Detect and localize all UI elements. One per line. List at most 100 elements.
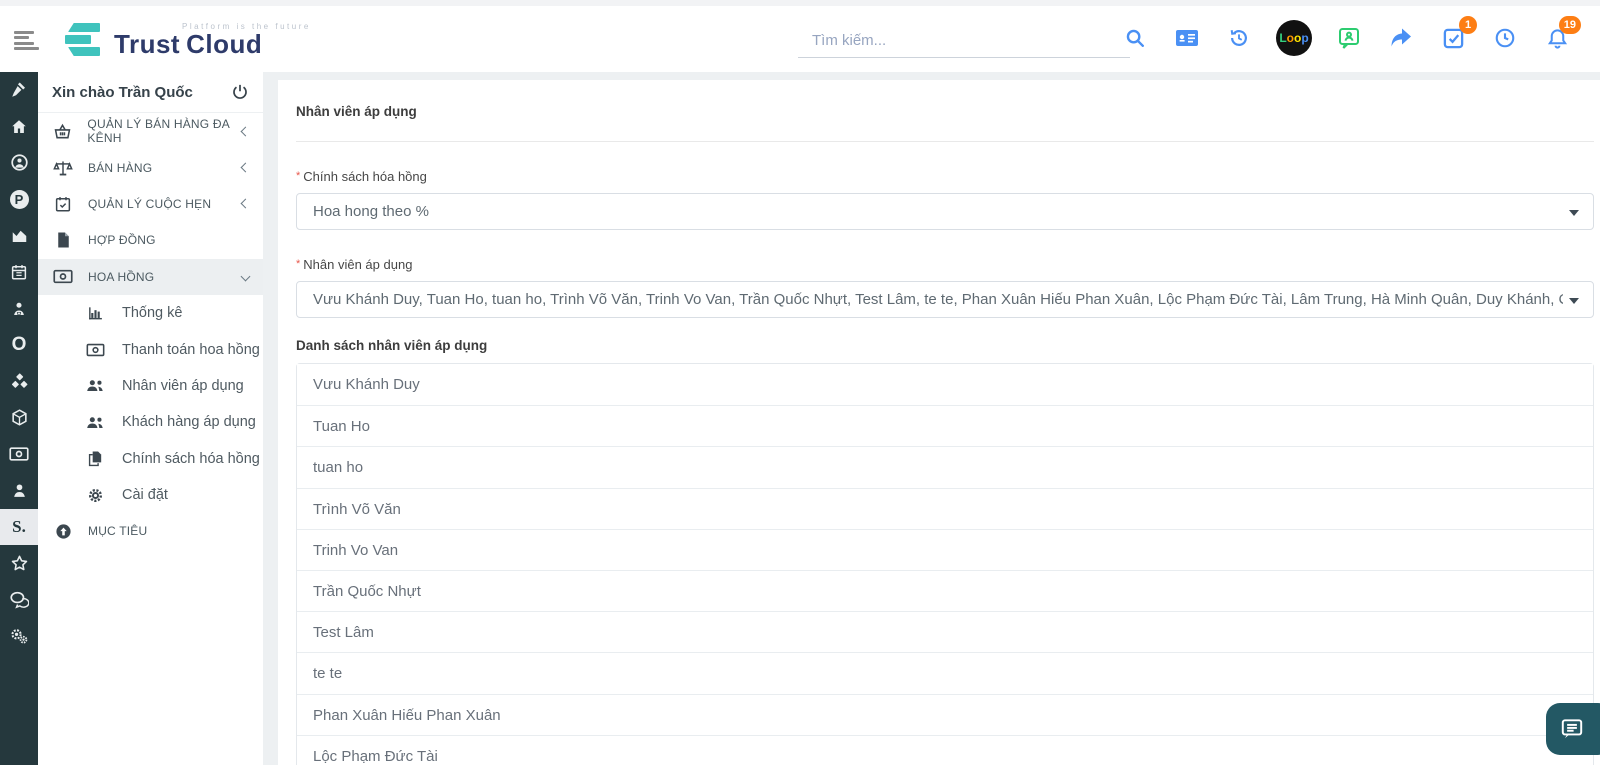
sidebar-subitem-chinh-sach-hoa-hong[interactable]: Chính sách hóa hồng — [38, 441, 263, 477]
sidebar-item-label: HOA HỒNG — [88, 270, 154, 284]
chevron-down-icon — [241, 271, 251, 281]
clock-icon[interactable] — [1490, 23, 1520, 53]
title-divider — [296, 141, 1594, 142]
sidebar-item-hop-dong[interactable]: HỢP ĐỒNG — [38, 222, 263, 258]
rail-cogs-icon[interactable] — [0, 618, 38, 654]
id-card-icon[interactable] — [1172, 23, 1202, 53]
scale-icon — [50, 159, 76, 177]
sidebar-item-label: HỢP ĐỒNG — [88, 233, 156, 247]
sidebar-item-muc-tieu[interactable]: MỤC TIÊU — [38, 513, 263, 549]
employee-list-item: te te — [297, 652, 1593, 693]
rail-money-bill-icon[interactable] — [0, 436, 38, 472]
rail-user-icon[interactable] — [0, 472, 38, 508]
hamburger-menu-icon[interactable] — [14, 29, 42, 51]
employee-list-item: Trinh Vo Van — [297, 529, 1593, 570]
sidebar-subitem-thanh-toan-hoa-hong[interactable]: Thanh toán hoa hồng — [38, 331, 263, 367]
app-header: Platform is the future TrustCloud Loop 1 — [0, 6, 1600, 72]
sidebar-subitem-thong-ke[interactable]: Thống kê — [38, 295, 263, 331]
brand-logo[interactable]: Platform is the future TrustCloud — [62, 16, 262, 64]
required-asterisk: * — [296, 258, 300, 270]
sidebar-subitem-label: Cài đặt — [122, 487, 168, 503]
brand-word-2: Cloud — [186, 29, 262, 59]
circle-up-icon — [50, 523, 76, 540]
employee-list: Vưu Khánh Duy Tuan Ho tuan ho Trình Võ V… — [296, 363, 1594, 765]
rail-s-module-active[interactable]: S. — [0, 509, 38, 545]
notifications-badge: 19 — [1559, 16, 1581, 34]
required-asterisk: * — [296, 170, 300, 182]
employee-list-item: Phan Xuân Hiếu Phan Xuân — [297, 694, 1593, 735]
tasks-badge: 1 — [1459, 16, 1477, 34]
caret-down-icon — [1569, 298, 1579, 304]
brand-mark-icon — [62, 20, 104, 60]
notifications-bell-icon[interactable]: 19 — [1542, 23, 1572, 53]
employee-list-item: Test Lâm — [297, 611, 1593, 652]
sidebar-item-label: MỤC TIÊU — [88, 524, 147, 538]
calendar-check-icon — [50, 195, 76, 213]
share-icon[interactable] — [1386, 23, 1416, 53]
sidebar-subitem-khach-hang-ap-dung[interactable]: Khách hàng áp dụng — [38, 404, 263, 440]
chat-widget-button[interactable] — [1546, 703, 1600, 755]
rail-p-module[interactable]: P — [0, 181, 38, 217]
employee-list-item: Tuan Ho — [297, 405, 1593, 446]
employees-field-label: *Nhân viên áp dụng — [296, 257, 1594, 272]
employee-list-item: tuan ho — [297, 446, 1593, 487]
policy-field-label: *Chính sách hóa hồng — [296, 169, 1594, 184]
sidebar-subitem-label: Chính sách hóa hồng — [122, 451, 260, 467]
chat-user-icon[interactable] — [1334, 23, 1364, 53]
employee-list-item: Vưu Khánh Duy — [297, 364, 1593, 405]
app-rail: P O S. — [0, 72, 38, 765]
users-icon — [82, 378, 108, 393]
sidebar-item-label: BÁN HÀNG — [88, 161, 152, 175]
sidebar-subitem-label: Khách hàng áp dụng — [122, 414, 256, 430]
policy-select-value: Hoa hong theo % — [313, 203, 429, 220]
sidebar-subitem-label: Nhân viên áp dụng — [122, 378, 244, 394]
caret-down-icon — [1569, 210, 1579, 216]
header-actions: Loop 1 19 — [1120, 20, 1572, 56]
employees-multiselect[interactable]: Vưu Khánh Duy, Tuan Ho, tuan ho, Trình V… — [296, 281, 1594, 318]
power-icon[interactable] — [231, 83, 249, 101]
rail-comments-icon[interactable] — [0, 581, 38, 617]
chevron-left-icon — [241, 199, 251, 209]
content-panel: Nhân viên áp dụng *Chính sách hóa hồng H… — [278, 80, 1600, 765]
file-icon — [50, 231, 76, 249]
rail-blocks-icon[interactable] — [0, 363, 38, 399]
loop-avatar[interactable]: Loop — [1276, 20, 1312, 56]
page-title: Nhân viên áp dụng — [296, 104, 1594, 119]
sidebar-item-label: QUẢN LÝ BÁN HÀNG ĐA KÊNH — [87, 117, 263, 145]
employee-list-item: Trình Võ Văn — [297, 488, 1593, 529]
chat-bubble-icon — [1559, 716, 1585, 742]
history-icon[interactable] — [1224, 23, 1254, 53]
employee-list-item: Lộc Phạm Đức Tài — [297, 735, 1593, 765]
sidebar-subitem-cai-dat[interactable]: Cài đặt — [38, 477, 263, 513]
search-input[interactable] — [798, 26, 1130, 58]
sidebar-item-quan-ly-cuoc-hen[interactable]: QUẢN LÝ CUỘC HẸN — [38, 186, 263, 222]
tasks-check-icon[interactable]: 1 — [1438, 23, 1468, 53]
rail-star-icon[interactable] — [0, 545, 38, 581]
sidebar-item-hoa-hong[interactable]: HOA HỒNG — [38, 259, 263, 295]
sidebar-item-quan-ly-ban-hang-da-kenh[interactable]: QUẢN LÝ BÁN HÀNG ĐA KÊNH — [38, 113, 263, 149]
employees-multiselect-value: Vưu Khánh Duy, Tuan Ho, tuan ho, Trình V… — [313, 291, 1563, 308]
sidebar-subitem-nhan-vien-ap-dung[interactable]: Nhân viên áp dụng — [38, 368, 263, 404]
employee-list-item: Trần Quốc Nhựt — [297, 570, 1593, 611]
sidebar-item-ban-hang[interactable]: BÁN HÀNG — [38, 149, 263, 185]
rail-o-module[interactable]: O — [0, 327, 38, 363]
gear-icon — [82, 487, 108, 504]
brand-tagline: Platform is the future — [182, 22, 311, 31]
bar-chart-icon — [82, 305, 108, 321]
money-bill-icon — [50, 269, 76, 284]
basket-icon — [50, 123, 75, 140]
chevron-left-icon — [241, 163, 251, 173]
rail-area-chart-icon[interactable] — [0, 218, 38, 254]
employee-list-title: Danh sách nhân viên áp dụng — [296, 338, 1594, 353]
rail-home-icon[interactable] — [0, 108, 38, 144]
rail-calendar-icon[interactable] — [0, 254, 38, 290]
search-icon[interactable] — [1120, 23, 1150, 53]
brand-word-1: Trust — [114, 29, 180, 59]
sidebar-subitem-label: Thanh toán hoa hồng — [122, 342, 260, 358]
rail-agent-icon[interactable] — [0, 290, 38, 326]
sidebar-subitem-label: Thống kê — [122, 305, 182, 321]
rail-user-circle-icon[interactable] — [0, 145, 38, 181]
policy-select[interactable]: Hoa hong theo % — [296, 193, 1594, 230]
rail-gavel-icon[interactable] — [0, 72, 38, 108]
rail-cube-icon[interactable] — [0, 400, 38, 436]
